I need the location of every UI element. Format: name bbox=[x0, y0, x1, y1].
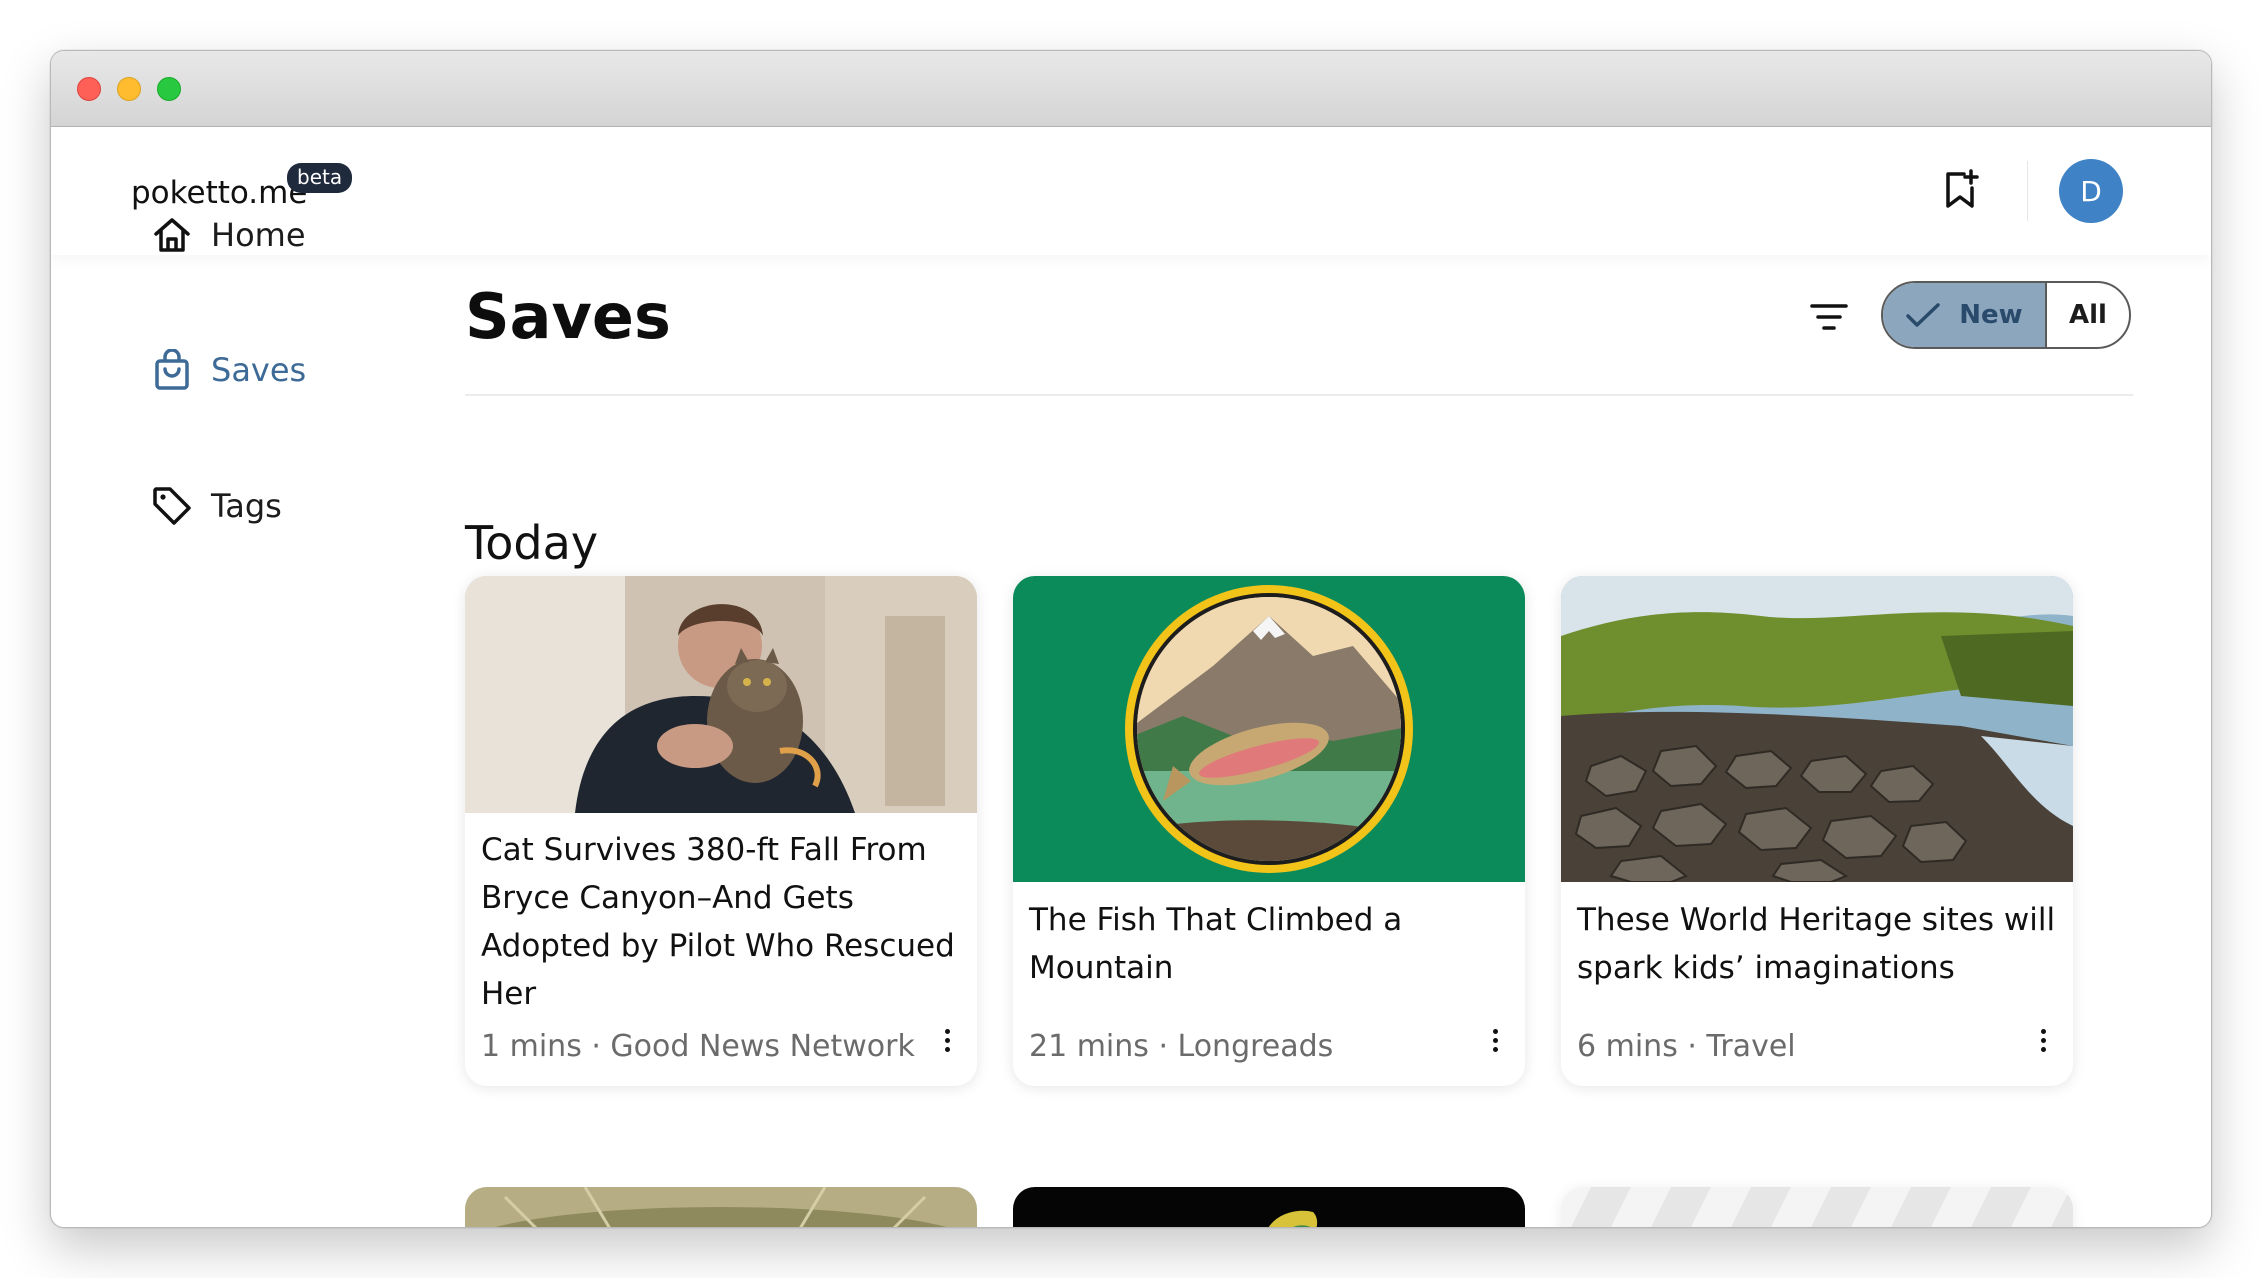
toggle-new-button[interactable]: New bbox=[1883, 283, 2047, 347]
app-logo[interactable]: poketto.me bbox=[131, 175, 307, 211]
card-title[interactable]: Cat Survives 380-ft Fall From Bryce Cany… bbox=[481, 826, 961, 1018]
save-card[interactable]: The Fish That Climbed a Mountain 21 mins… bbox=[1013, 576, 1525, 1086]
save-card[interactable]: These World Heritage sites will spark ki… bbox=[1561, 576, 2073, 1086]
save-card-partial[interactable] bbox=[465, 1187, 977, 1227]
maximize-window-button[interactable] bbox=[157, 77, 181, 101]
new-all-toggle: New All bbox=[1881, 281, 2131, 349]
add-bookmark-button[interactable] bbox=[1935, 165, 1985, 215]
more-options-icon[interactable] bbox=[1483, 1022, 1507, 1058]
save-card[interactable]: Cat Survives 380-ft Fall From Bryce Cany… bbox=[465, 576, 977, 1086]
browser-window: poketto.me beta D Home Saves Tags Saves … bbox=[50, 50, 2212, 1228]
save-card-partial[interactable] bbox=[1013, 1187, 1525, 1227]
home-icon bbox=[151, 214, 193, 256]
card-meta: 1 mins · Good News Network bbox=[481, 1029, 915, 1064]
close-window-button[interactable] bbox=[77, 77, 101, 101]
sidebar-item-label: Saves bbox=[211, 351, 307, 389]
loading-placeholder bbox=[1561, 1187, 2073, 1227]
card-title[interactable]: The Fish That Climbed a Mountain bbox=[1029, 896, 1509, 992]
header-divider bbox=[2027, 161, 2028, 221]
card-meta: 21 mins · Longreads bbox=[1029, 1029, 1334, 1064]
toggle-all-label: All bbox=[2069, 300, 2107, 330]
check-icon bbox=[1906, 303, 1941, 327]
more-options-icon[interactable] bbox=[935, 1022, 959, 1058]
article-thumbnail-partial bbox=[1013, 1187, 1525, 1227]
header-divider-line bbox=[465, 394, 2133, 396]
article-thumbnail-cat bbox=[465, 576, 977, 813]
article-thumbnail-fish bbox=[1013, 576, 1525, 882]
sidebar-item-saves[interactable]: Saves bbox=[151, 349, 306, 391]
tag-icon bbox=[151, 485, 193, 527]
beta-badge: beta bbox=[287, 163, 353, 193]
sidebar-item-label: Tags bbox=[211, 487, 282, 525]
card-title[interactable]: These World Heritage sites will spark ki… bbox=[1577, 896, 2057, 992]
save-card-partial-loading[interactable] bbox=[1561, 1187, 2073, 1227]
article-thumbnail-giants-causeway bbox=[1561, 576, 2073, 882]
minimize-window-button[interactable] bbox=[117, 77, 141, 101]
shopping-bag-icon bbox=[151, 349, 193, 391]
sidebar-item-tags[interactable]: Tags bbox=[151, 485, 282, 527]
window-titlebar bbox=[51, 51, 2211, 127]
sidebar-item-label: Home bbox=[211, 216, 306, 254]
user-avatar[interactable]: D bbox=[2059, 159, 2123, 223]
filter-button[interactable] bbox=[1803, 291, 1855, 343]
bookmark-add-icon bbox=[1946, 169, 1979, 208]
toggle-new-label: New bbox=[1959, 300, 2023, 330]
app-header: poketto.me beta D bbox=[51, 127, 2211, 255]
card-meta: 6 mins · Travel bbox=[1577, 1029, 1796, 1064]
section-title-today: Today bbox=[465, 516, 599, 570]
toggle-all-button[interactable]: All bbox=[2047, 283, 2129, 347]
filter-icon bbox=[1810, 304, 1848, 330]
more-options-icon[interactable] bbox=[2031, 1022, 2055, 1058]
page-title: Saves bbox=[465, 280, 671, 353]
article-thumbnail-partial bbox=[465, 1187, 977, 1227]
sidebar-item-home[interactable]: Home bbox=[151, 214, 306, 256]
